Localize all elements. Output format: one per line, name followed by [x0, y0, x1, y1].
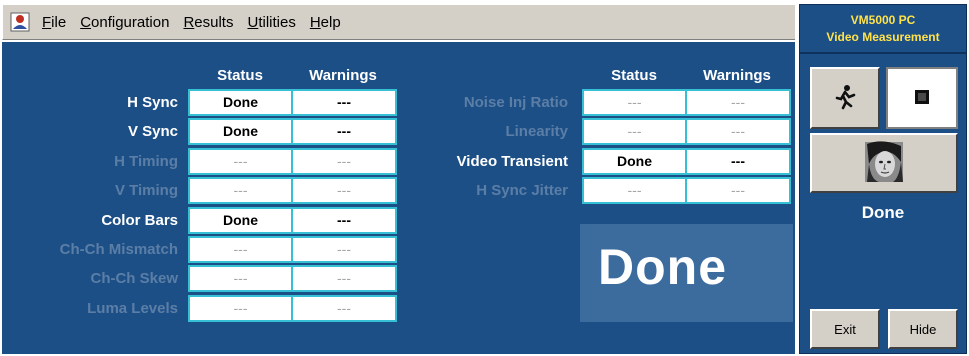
control-panel: VM5000 PC Video Measurement Done Exit Hi… — [799, 4, 967, 354]
row-label: V Sync — [127, 123, 178, 141]
stop-icon — [914, 89, 930, 108]
warnings-cell: --- — [685, 89, 791, 116]
row-label: H Sync — [127, 94, 178, 111]
status-cell: --- — [188, 265, 293, 293]
product-title: VM5000 PC Video Measurement — [800, 5, 966, 54]
row-label: Ch-Ch Mismatch — [59, 241, 178, 258]
vm5000-window: File Configuration Results Utilities Hel… — [0, 0, 969, 356]
menu-help[interactable]: Help — [305, 14, 350, 31]
status-cell: --- — [582, 118, 687, 146]
menu-utilities[interactable]: Utilities — [242, 14, 304, 31]
row-label: Video Transient — [456, 152, 568, 170]
exit-button[interactable]: Exit — [810, 309, 880, 349]
running-man-icon — [833, 84, 857, 113]
hide-button[interactable]: Hide — [888, 309, 958, 349]
status-cell: Done — [188, 89, 293, 116]
measurement-panel: Status Warnings Status Warnings H Sync Do… — [2, 42, 795, 354]
warnings-cell: --- — [291, 206, 397, 234]
left-status-header: Status — [217, 67, 263, 84]
side-status-label: Done — [861, 203, 905, 222]
menu-bar: File Configuration Results Utilities Hel… — [2, 4, 795, 40]
row-label: Noise Inj Ratio — [463, 94, 568, 111]
picture-button[interactable] — [810, 133, 958, 193]
status-cell: --- — [188, 177, 293, 205]
run-button[interactable] — [810, 67, 880, 129]
overall-status-display: Done — [580, 224, 793, 322]
stop-button[interactable] — [886, 67, 958, 129]
status-cell: --- — [582, 89, 687, 116]
status-cell: Done — [188, 206, 293, 234]
row-label: Ch-Ch Skew — [90, 270, 178, 288]
row-label: Color Bars — [101, 211, 178, 229]
warnings-cell: --- — [291, 294, 397, 322]
row-label: Luma Levels — [87, 299, 178, 317]
app-logo-icon[interactable] — [9, 11, 31, 33]
status-cell: --- — [188, 236, 293, 263]
warnings-cell: --- — [291, 89, 397, 116]
menu-file[interactable]: File — [37, 14, 75, 31]
warnings-cell: --- — [685, 177, 791, 205]
product-subtitle: Video Measurement — [826, 30, 940, 44]
status-cell: --- — [188, 147, 293, 175]
status-cell: --- — [582, 177, 687, 205]
right-warnings-header: Warnings — [703, 67, 771, 84]
warnings-cell: --- — [291, 236, 397, 263]
warnings-cell: --- — [291, 118, 397, 146]
warnings-cell: --- — [685, 118, 791, 146]
product-name: VM5000 PC — [850, 13, 916, 27]
face-picture-icon — [863, 140, 905, 187]
warnings-cell: --- — [291, 147, 397, 175]
row-label: V Timing — [114, 182, 178, 200]
left-warnings-header: Warnings — [309, 67, 377, 84]
menu-configuration[interactable]: Configuration — [75, 14, 178, 31]
status-cell: Done — [582, 147, 687, 175]
warnings-cell: --- — [291, 177, 397, 205]
status-cell: --- — [188, 294, 293, 322]
status-cell: Done — [188, 118, 293, 146]
row-label: Linearity — [505, 123, 568, 141]
row-label: H Timing — [114, 152, 178, 170]
right-status-header: Status — [611, 67, 657, 84]
row-label: H Sync Jitter — [476, 182, 568, 200]
warnings-cell: --- — [291, 265, 397, 293]
menu-results[interactable]: Results — [178, 14, 242, 31]
warnings-cell: --- — [685, 147, 791, 175]
